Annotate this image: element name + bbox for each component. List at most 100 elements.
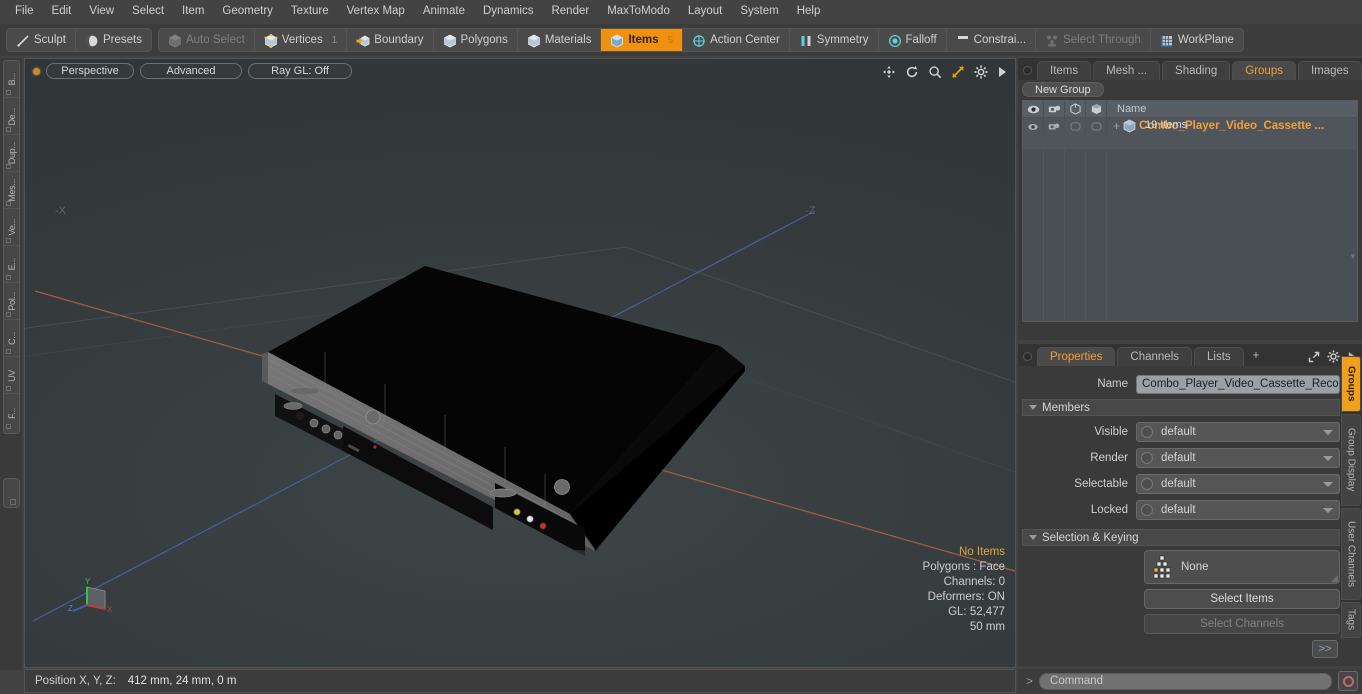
toolbar-button-items[interactable]: Items 5 bbox=[601, 29, 684, 51]
tab-lists[interactable]: Lists bbox=[1194, 347, 1244, 366]
property-toggle-knob[interactable] bbox=[1141, 478, 1153, 490]
panel-menu-dot[interactable] bbox=[1023, 66, 1032, 75]
list-scrollbar[interactable]: ▾ bbox=[1350, 251, 1355, 262]
left-tab-mes[interactable]: Mes... bbox=[4, 173, 19, 209]
select-items-button[interactable]: Select Items bbox=[1144, 589, 1340, 609]
left-tab-pol[interactable]: Pol... bbox=[4, 284, 19, 320]
new-group-button[interactable]: New Group bbox=[1022, 81, 1104, 97]
property-dropdown-selectable[interactable]: default bbox=[1136, 474, 1340, 494]
property-dropdown-visible[interactable]: default bbox=[1136, 422, 1340, 442]
tab-shading[interactable]: Shading bbox=[1162, 61, 1231, 80]
property-dropdown-locked[interactable]: default bbox=[1136, 500, 1340, 520]
menu-item-system[interactable]: System bbox=[731, 2, 787, 20]
toolbar-button-falloff[interactable]: Falloff bbox=[879, 29, 947, 51]
toolbar-button-presets[interactable]: Presets bbox=[76, 29, 151, 51]
tab-mesh[interactable]: Mesh ... bbox=[1093, 61, 1161, 80]
pan-icon[interactable] bbox=[882, 65, 896, 79]
menu-item-texture[interactable]: Texture bbox=[282, 2, 338, 20]
chevron-down-icon[interactable] bbox=[1323, 430, 1333, 435]
menu-item-animate[interactable]: Animate bbox=[414, 2, 474, 20]
property-toggle-knob[interactable] bbox=[1141, 504, 1153, 516]
menu-item-maxtomodo[interactable]: MaxToModo bbox=[598, 2, 679, 20]
left-tab-dup[interactable]: Dup... bbox=[4, 136, 19, 172]
right-tab-groups[interactable]: Groups bbox=[1341, 356, 1361, 412]
toolbar-button-sculpt[interactable]: Sculpt bbox=[7, 29, 76, 51]
toolbar-button-workplane[interactable]: WorkPlane bbox=[1151, 29, 1243, 51]
viewport-mode-button[interactable]: Perspective bbox=[46, 63, 134, 79]
expand-more-button[interactable]: >> bbox=[1312, 640, 1338, 658]
row-box-a-toggle[interactable] bbox=[1065, 118, 1086, 135]
tab-groups[interactable]: Groups bbox=[1232, 61, 1296, 80]
viewport-3d[interactable]: -X -Z Y X Z No Items Polygons: Face Cha… bbox=[24, 58, 1016, 668]
rotate-icon[interactable] bbox=[905, 65, 919, 79]
tab-properties[interactable]: Properties bbox=[1037, 347, 1116, 366]
property-dropdown-render[interactable]: default bbox=[1136, 448, 1340, 468]
selection-keying-section-header[interactable]: Selection & Keying bbox=[1022, 529, 1340, 546]
groups-list[interactable]: Name + Combo_Player_Video_Cassette ... 1… bbox=[1022, 100, 1358, 322]
toolbar-button-symmetry[interactable]: Symmetry bbox=[790, 29, 879, 51]
toolbar-button-select-through[interactable]: Select Through bbox=[1036, 29, 1151, 51]
row-visible-toggle[interactable] bbox=[1023, 118, 1044, 135]
viewport-shading-button[interactable]: Advanced bbox=[140, 63, 242, 79]
row-render-toggle[interactable] bbox=[1044, 118, 1065, 135]
left-tab-extra[interactable] bbox=[3, 478, 20, 508]
menu-item-geometry[interactable]: Geometry bbox=[213, 2, 282, 20]
menu-item-view[interactable]: View bbox=[80, 2, 123, 20]
tab-images[interactable]: Images bbox=[1297, 61, 1362, 80]
menu-item-layout[interactable]: Layout bbox=[679, 2, 732, 20]
record-circle-icon[interactable] bbox=[1338, 671, 1358, 691]
left-tab-de[interactable]: De... bbox=[4, 99, 19, 135]
left-tab-f[interactable]: F... bbox=[4, 395, 19, 431]
row-box-b-toggle[interactable] bbox=[1086, 118, 1107, 135]
menu-item-edit[interactable]: Edit bbox=[43, 2, 81, 20]
menu-item-select[interactable]: Select bbox=[123, 2, 173, 20]
selection-set-box[interactable]: None bbox=[1144, 550, 1340, 584]
toolbar-button-action-center[interactable]: Action Center bbox=[683, 29, 790, 51]
fit-icon[interactable] bbox=[951, 65, 965, 79]
left-tab-c[interactable]: C... bbox=[4, 321, 19, 357]
viewport-menu-dot[interactable] bbox=[33, 67, 40, 75]
properties-menu-dot[interactable] bbox=[1023, 352, 1032, 361]
right-tab-user-channels[interactable]: User Channels bbox=[1341, 508, 1361, 600]
gear-icon[interactable] bbox=[974, 65, 988, 79]
viewport-canvas[interactable]: -X -Z Y X Z No Items Polygons: Face Cha… bbox=[25, 59, 1015, 667]
tab-[interactable]: + bbox=[1246, 347, 1267, 366]
command-input[interactable]: Command bbox=[1039, 672, 1332, 690]
menu-item-file[interactable]: File bbox=[6, 2, 43, 20]
left-tab-uv[interactable]: UV bbox=[4, 358, 19, 394]
tab-items[interactable]: Items bbox=[1037, 61, 1092, 80]
gear-icon[interactable] bbox=[1327, 350, 1340, 363]
chevron-down-icon[interactable] bbox=[1323, 456, 1333, 461]
left-tab-ve[interactable]: Ve... bbox=[4, 210, 19, 246]
table-row[interactable]: + Combo_Player_Video_Cassette ... bbox=[1023, 118, 1357, 150]
menu-item-vertex-map[interactable]: Vertex Map bbox=[338, 2, 414, 20]
toolbar-button-materials[interactable]: Materials bbox=[518, 29, 602, 51]
menu-item-item[interactable]: Item bbox=[173, 2, 213, 20]
chevron-down-icon[interactable] bbox=[1323, 508, 1333, 513]
toolbar-button-vertices[interactable]: Vertices 1 bbox=[255, 29, 348, 51]
tab-channels[interactable]: Channels bbox=[1117, 347, 1193, 366]
right-tab-group-display[interactable]: Group Display bbox=[1341, 414, 1361, 506]
toolbar-button-auto-select[interactable]: Auto Select bbox=[159, 29, 255, 51]
menu-item-render[interactable]: Render bbox=[542, 2, 598, 20]
toolbar-button-boundary[interactable]: Boundary bbox=[347, 29, 434, 51]
menu-item-help[interactable]: Help bbox=[788, 2, 830, 20]
zoom-icon[interactable] bbox=[928, 65, 942, 79]
toolbar-button-constrai[interactable]: Constrai... bbox=[947, 29, 1037, 51]
property-toggle-knob[interactable] bbox=[1141, 452, 1153, 464]
menu-item-dynamics[interactable]: Dynamics bbox=[474, 2, 542, 20]
members-section-header[interactable]: Members bbox=[1022, 399, 1340, 416]
groups-list-body[interactable] bbox=[1023, 150, 1357, 321]
expand-icon[interactable]: + bbox=[1113, 120, 1120, 132]
model-combo-player[interactable] bbox=[25, 59, 1015, 667]
maximize-icon[interactable] bbox=[1308, 351, 1320, 363]
viewport-raygl-button[interactable]: Ray GL: Off bbox=[248, 63, 352, 79]
right-tab-tags[interactable]: Tags bbox=[1341, 602, 1361, 638]
play-arrow-icon[interactable] bbox=[997, 66, 1007, 78]
left-tab-b[interactable]: B... bbox=[4, 62, 19, 98]
property-toggle-knob[interactable] bbox=[1141, 426, 1153, 438]
chevron-down-icon[interactable] bbox=[1323, 482, 1333, 487]
toolbar-button-polygons[interactable]: Polygons bbox=[434, 29, 518, 51]
name-field[interactable]: Combo_Player_Video_Cassette_Recor bbox=[1136, 374, 1340, 394]
left-tab-e[interactable]: E... bbox=[4, 247, 19, 283]
